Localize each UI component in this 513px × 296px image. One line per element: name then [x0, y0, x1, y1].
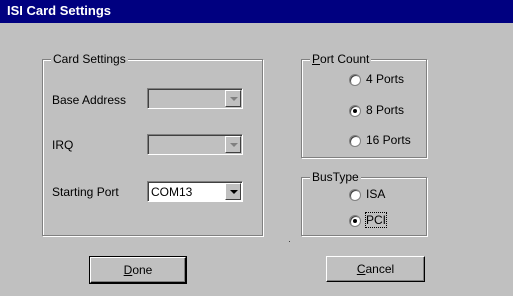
radio-circle [349, 105, 361, 117]
card-settings-legend: Card Settings [51, 52, 128, 66]
radio-16-ports-label: 16 Ports [366, 133, 411, 147]
radio-isa-label: ISA [366, 187, 386, 201]
stray-dot [289, 241, 290, 242]
chevron-down-icon [230, 97, 238, 101]
port-count-legend-rest: ort Count [320, 52, 370, 66]
radio-circle [349, 135, 361, 147]
starting-port-dropdown-button[interactable] [225, 183, 241, 200]
radio-dot [353, 109, 357, 113]
bus-type-group: BusType [301, 170, 427, 236]
radio-8-ports-label: 8 Ports [366, 103, 405, 117]
radio-pci-label: PCI [364, 212, 388, 228]
radio-circle [349, 74, 361, 86]
starting-port-dropdown[interactable]: COM13 [147, 181, 243, 202]
chevron-down-icon [230, 143, 238, 147]
irq-dropdown[interactable] [147, 134, 243, 155]
starting-port-value: COM13 [151, 185, 193, 199]
window-title: ISI Card Settings [7, 3, 112, 18]
port-count-legend-mnemonic: P [312, 52, 321, 66]
irq-label: IRQ [52, 138, 74, 152]
port-count-legend: Port Count [310, 52, 372, 66]
base-address-dropdown-button[interactable] [225, 90, 241, 107]
done-button[interactable]: Done [89, 256, 187, 284]
cancel-button-label: ancel [365, 262, 395, 276]
bus-type-legend: BusType [310, 170, 361, 184]
base-address-dropdown[interactable] [147, 88, 243, 109]
starting-port-label: Starting Port [52, 185, 119, 199]
radio-circle [349, 215, 361, 227]
radio-4-ports-label: 4 Ports [366, 72, 405, 86]
cancel-button[interactable]: Cancel [326, 256, 425, 282]
title-bar[interactable]: ISI Card Settings [0, 0, 513, 23]
radio-circle [349, 189, 361, 201]
chevron-down-icon [230, 190, 238, 194]
base-address-label: Base Address [52, 93, 127, 107]
done-button-mnemonic: D [123, 263, 133, 277]
radio-dot [353, 219, 357, 223]
irq-dropdown-button[interactable] [225, 136, 241, 153]
done-button-label: one [132, 263, 153, 277]
